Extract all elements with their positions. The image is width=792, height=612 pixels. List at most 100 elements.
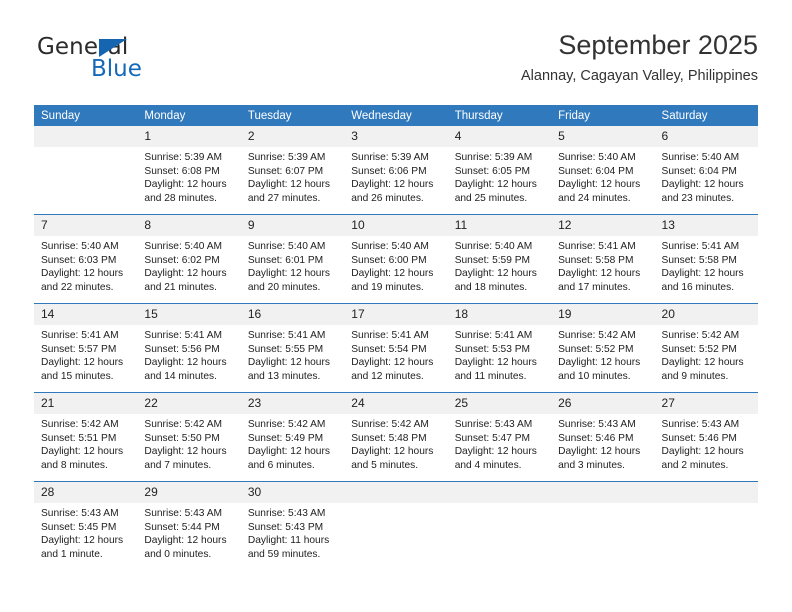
calendar-day-cell[interactable]: 11 Sunrise: 5:40 AM Sunset: 5:59 PM Dayligh…	[447, 214, 552, 304]
daylight-text-line2: and 26 minutes.	[351, 192, 424, 204]
daylight-text-line2: and 16 minutes.	[661, 281, 735, 293]
daylight-text-line1: Daylight: 12 hours	[558, 179, 641, 191]
day-cell-inner: 25 Sunrise: 5:43 AM Sunset: 5:47 PM Dayligh…	[447, 393, 552, 481]
sunset-text: Sunset: 5:49 PM	[247, 432, 324, 444]
day-number: 15	[137, 304, 241, 325]
calendar-day-cell[interactable]: 2 Sunrise: 5:39 AM Sunset: 6:07 PM Daylight…	[240, 126, 345, 215]
day-cell-inner	[447, 482, 552, 570]
calendar-day-cell[interactable]: 28 Sunrise: 5:43 AM Sunset: 5:45 PM Dayligh…	[34, 481, 138, 570]
calendar-day-cell[interactable]: 5 Sunrise: 5:40 AM Sunset: 6:04 PM Daylight…	[551, 126, 655, 215]
day-cell-inner: 14 Sunrise: 5:41 AM Sunset: 5:57 PM Dayligh…	[34, 304, 138, 392]
day-cell-inner: 1 Sunrise: 5:39 AM Sunset: 6:08 PM Daylight…	[137, 126, 241, 214]
sunset-text: Sunset: 5:46 PM	[558, 432, 634, 444]
sunset-text: Sunset: 5:57 PM	[41, 343, 117, 355]
day-number: 4	[447, 126, 552, 147]
calendar-day-cell[interactable]: 26 Sunrise: 5:43 AM Sunset: 5:46 PM Dayligh…	[551, 392, 655, 482]
daylight-text-line2: and 12 minutes.	[351, 370, 424, 382]
day-cell-inner: 27 Sunrise: 5:43 AM Sunset: 5:46 PM Dayligh…	[654, 393, 758, 481]
daylight-text-line2: and 22 minutes.	[41, 281, 114, 293]
calendar-day-cell	[34, 126, 138, 215]
calendar-day-cell[interactable]: 14 Sunrise: 5:41 AM Sunset: 5:57 PM Dayligh…	[34, 303, 138, 393]
calendar-day-cell[interactable]: 6 Sunrise: 5:40 AM Sunset: 6:04 PM Daylight…	[654, 126, 758, 215]
sunset-text: Sunset: 5:51 PM	[41, 432, 117, 444]
calendar-day-cell[interactable]: 20 Sunrise: 5:42 AM Sunset: 5:52 PM Dayligh…	[654, 303, 758, 393]
day-details: Sunrise: 5:39 AM Sunset: 6:08 PM Daylight:…	[137, 147, 240, 205]
sunrise-text: Sunrise: 5:41 AM	[558, 241, 636, 252]
weekday-header-friday: Friday	[551, 105, 655, 126]
calendar-day-cell[interactable]: 23 Sunrise: 5:42 AM Sunset: 5:49 PM Dayligh…	[240, 392, 345, 482]
day-cell-inner: 2 Sunrise: 5:39 AM Sunset: 6:07 PM Daylight…	[240, 126, 345, 214]
sunrise-text: Sunrise: 5:41 AM	[41, 330, 119, 341]
calendar-day-cell[interactable]: 22 Sunrise: 5:42 AM Sunset: 5:50 PM Dayligh…	[137, 392, 241, 482]
daylight-text-line1: Daylight: 12 hours	[351, 179, 434, 191]
calendar-day-cell[interactable]: 13 Sunrise: 5:41 AM Sunset: 5:58 PM Dayligh…	[654, 214, 758, 304]
day-cell-inner: 30 Sunrise: 5:43 AM Sunset: 5:43 PM Dayligh…	[240, 482, 345, 570]
sunrise-text: Sunrise: 5:40 AM	[351, 241, 429, 252]
day-number: 11	[447, 215, 552, 236]
day-details: Sunrise: 5:41 AM Sunset: 5:58 PM Daylight:…	[551, 236, 654, 294]
calendar-day-cell[interactable]: 1 Sunrise: 5:39 AM Sunset: 6:08 PM Daylight…	[137, 126, 241, 215]
calendar-day-cell	[654, 481, 758, 570]
calendar-week-row: 28 Sunrise: 5:43 AM Sunset: 5:45 PM Dayligh…	[34, 481, 758, 570]
calendar-day-cell[interactable]: 10 Sunrise: 5:40 AM Sunset: 6:00 PM Dayligh…	[344, 214, 448, 304]
day-details: Sunrise: 5:43 AM Sunset: 5:43 PM Daylight:…	[241, 503, 344, 561]
calendar-body: 1 Sunrise: 5:39 AM Sunset: 6:08 PM Daylight…	[34, 126, 758, 570]
calendar-day-cell[interactable]: 4 Sunrise: 5:39 AM Sunset: 6:05 PM Daylight…	[447, 126, 552, 215]
day-number: 27	[654, 393, 758, 414]
calendar-header-row: Sunday Monday Tuesday Wednesday Thursday…	[34, 105, 758, 126]
day-details: Sunrise: 5:40 AM Sunset: 6:01 PM Daylight:…	[241, 236, 344, 294]
calendar-day-cell[interactable]: 25 Sunrise: 5:43 AM Sunset: 5:47 PM Dayligh…	[447, 392, 552, 482]
daylight-text-line1: Daylight: 12 hours	[351, 357, 434, 369]
calendar-week-row: 21 Sunrise: 5:42 AM Sunset: 5:51 PM Dayligh…	[34, 392, 758, 482]
sunset-text: Sunset: 5:47 PM	[454, 432, 531, 444]
calendar-day-cell[interactable]: 27 Sunrise: 5:43 AM Sunset: 5:46 PM Dayligh…	[654, 392, 758, 482]
daylight-text-line2: and 14 minutes.	[144, 370, 217, 382]
day-cell-inner	[551, 482, 655, 570]
sunset-text: Sunset: 5:50 PM	[144, 432, 220, 444]
day-number	[344, 482, 448, 503]
calendar-day-cell[interactable]: 29 Sunrise: 5:43 AM Sunset: 5:44 PM Dayligh…	[137, 481, 241, 570]
day-details: Sunrise: 5:40 AM Sunset: 6:04 PM Daylight:…	[551, 147, 654, 205]
daylight-text-line2: and 19 minutes.	[351, 281, 424, 293]
calendar-day-cell[interactable]: 8 Sunrise: 5:40 AM Sunset: 6:02 PM Daylight…	[137, 214, 241, 304]
daylight-text-line1: Daylight: 12 hours	[144, 357, 227, 369]
calendar-day-cell[interactable]: 21 Sunrise: 5:42 AM Sunset: 5:51 PM Dayligh…	[34, 392, 138, 482]
calendar-day-cell[interactable]: 16 Sunrise: 5:41 AM Sunset: 5:55 PM Dayligh…	[240, 303, 345, 393]
day-number: 7	[34, 215, 138, 236]
day-number: 14	[34, 304, 138, 325]
day-number	[447, 482, 552, 503]
page-header: General Blue September 2025 Alannay, Cag…	[34, 28, 758, 90]
day-cell-inner: 21 Sunrise: 5:42 AM Sunset: 5:51 PM Dayligh…	[34, 393, 138, 481]
day-details: Sunrise: 5:42 AM Sunset: 5:51 PM Daylight:…	[34, 414, 137, 472]
sunrise-text: Sunrise: 5:41 AM	[661, 241, 740, 252]
daylight-text-line2: and 8 minutes.	[41, 459, 108, 471]
calendar-day-cell[interactable]: 3 Sunrise: 5:39 AM Sunset: 6:06 PM Daylight…	[344, 126, 448, 215]
calendar-day-cell[interactable]: 30 Sunrise: 5:43 AM Sunset: 5:43 PM Dayligh…	[240, 481, 345, 570]
day-details: Sunrise: 5:40 AM Sunset: 6:00 PM Daylight:…	[344, 236, 447, 294]
day-details: Sunrise: 5:42 AM Sunset: 5:52 PM Daylight:…	[551, 325, 654, 383]
calendar-day-cell[interactable]: 17 Sunrise: 5:41 AM Sunset: 5:54 PM Dayligh…	[344, 303, 448, 393]
calendar-day-cell[interactable]: 7 Sunrise: 5:40 AM Sunset: 6:03 PM Daylight…	[34, 214, 138, 304]
day-cell-inner: 3 Sunrise: 5:39 AM Sunset: 6:06 PM Daylight…	[344, 126, 448, 214]
day-cell-inner: 13 Sunrise: 5:41 AM Sunset: 5:58 PM Dayligh…	[654, 215, 758, 303]
calendar-day-cell[interactable]: 9 Sunrise: 5:40 AM Sunset: 6:01 PM Daylight…	[240, 214, 345, 304]
calendar-day-cell[interactable]: 19 Sunrise: 5:42 AM Sunset: 5:52 PM Dayligh…	[551, 303, 655, 393]
sunrise-text: Sunrise: 5:40 AM	[144, 241, 223, 252]
calendar-day-cell[interactable]: 18 Sunrise: 5:41 AM Sunset: 5:53 PM Dayligh…	[447, 303, 552, 393]
day-number: 29	[137, 482, 241, 503]
calendar-day-cell[interactable]: 15 Sunrise: 5:41 AM Sunset: 5:56 PM Dayligh…	[137, 303, 241, 393]
day-number	[654, 482, 758, 503]
day-number: 28	[34, 482, 138, 503]
daylight-text-line1: Daylight: 12 hours	[247, 268, 330, 280]
day-details: Sunrise: 5:41 AM Sunset: 5:58 PM Daylight:…	[655, 236, 758, 294]
sunset-text: Sunset: 5:59 PM	[454, 254, 531, 266]
day-details: Sunrise: 5:39 AM Sunset: 6:05 PM Daylight:…	[448, 147, 551, 205]
weekday-header-thursday: Thursday	[447, 105, 552, 126]
daylight-text-line1: Daylight: 12 hours	[144, 268, 227, 280]
general-blue-logo[interactable]: General Blue	[34, 34, 244, 90]
calendar-day-cell[interactable]: 12 Sunrise: 5:41 AM Sunset: 5:58 PM Dayligh…	[551, 214, 655, 304]
day-number: 16	[240, 304, 345, 325]
daylight-text-line2: and 13 minutes.	[247, 370, 321, 382]
sunrise-text: Sunrise: 5:40 AM	[41, 241, 119, 252]
calendar-day-cell[interactable]: 24 Sunrise: 5:42 AM Sunset: 5:48 PM Dayligh…	[344, 392, 448, 482]
